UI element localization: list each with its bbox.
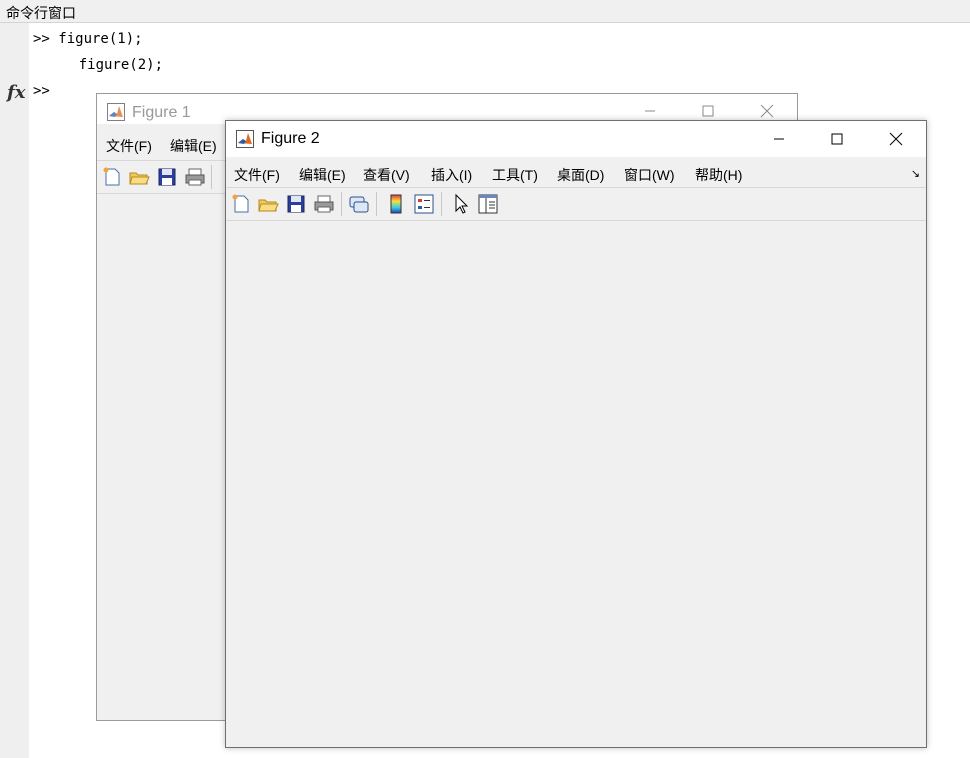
open-folder-icon[interactable] bbox=[128, 166, 150, 188]
colorbar-icon[interactable] bbox=[385, 193, 407, 215]
print-icon[interactable] bbox=[184, 166, 206, 188]
close-icon bbox=[889, 132, 903, 146]
open-folder-icon[interactable] bbox=[257, 193, 279, 215]
minimize-button[interactable] bbox=[756, 124, 802, 154]
new-file-icon[interactable] bbox=[230, 193, 252, 215]
minimize-icon bbox=[645, 110, 655, 112]
menu-desktop[interactable]: 桌面(D) bbox=[557, 165, 604, 185]
matlab-logo-icon bbox=[107, 103, 125, 121]
menu-insert[interactable]: 插入(I) bbox=[431, 165, 472, 185]
save-icon[interactable] bbox=[285, 193, 307, 215]
command-window-title: 命令行窗口 bbox=[6, 6, 76, 22]
save-icon[interactable] bbox=[156, 166, 178, 188]
maximize-icon bbox=[831, 133, 843, 145]
command-window-gutter bbox=[0, 23, 29, 758]
figure-1-title: Figure 1 bbox=[132, 104, 191, 121]
command-line-2: figure(2); bbox=[45, 57, 164, 73]
link-icon[interactable] bbox=[348, 193, 370, 215]
figure-2-titlebar[interactable]: Figure 2 bbox=[226, 121, 926, 157]
toolbar-separator bbox=[341, 192, 342, 216]
toolbar-separator bbox=[211, 165, 212, 189]
print-icon[interactable] bbox=[313, 193, 335, 215]
menu-window[interactable]: 窗口(W) bbox=[624, 165, 675, 185]
toolbar-separator bbox=[376, 192, 377, 216]
menu-help[interactable]: 帮助(H) bbox=[695, 165, 742, 185]
menu-tools[interactable]: 工具(T) bbox=[492, 165, 538, 185]
figure-2-title: Figure 2 bbox=[261, 130, 320, 147]
matlab-logo-icon bbox=[236, 130, 254, 148]
toolbar-separator bbox=[441, 192, 442, 216]
menu-file[interactable]: 文件(F) bbox=[106, 136, 152, 156]
command-window-header: 命令行窗口 bbox=[0, 0, 970, 23]
pointer-icon[interactable] bbox=[450, 193, 472, 215]
menu-view[interactable]: 查看(V) bbox=[363, 165, 410, 185]
figure-2-window[interactable]: Figure 2 文件(F) 编辑(E) 查看(V) 插入(I) 工具(T) 桌… bbox=[225, 120, 927, 748]
close-icon bbox=[760, 104, 774, 118]
menu-file[interactable]: 文件(F) bbox=[234, 165, 280, 185]
fx-function-browser-icon[interactable]: fx bbox=[7, 82, 25, 103]
close-button[interactable] bbox=[873, 124, 919, 154]
legend-icon[interactable] bbox=[413, 193, 435, 215]
maximize-icon bbox=[702, 105, 714, 117]
figure-2-menubar: 文件(F) 编辑(E) 查看(V) 插入(I) 工具(T) 桌面(D) 窗口(W… bbox=[226, 159, 926, 187]
new-file-icon[interactable] bbox=[101, 166, 123, 188]
command-prompt[interactable]: >> bbox=[33, 83, 50, 99]
maximize-button[interactable] bbox=[814, 124, 860, 154]
menu-edit[interactable]: 编辑(E) bbox=[299, 165, 346, 185]
minimize-icon bbox=[774, 138, 784, 140]
figure-2-canvas[interactable] bbox=[226, 221, 926, 747]
command-line-1: >> figure(1); bbox=[33, 31, 143, 47]
menu-edit[interactable]: 编辑(E) bbox=[170, 136, 217, 156]
figure-2-toolbar bbox=[226, 187, 926, 221]
property-inspector-icon[interactable] bbox=[477, 193, 499, 215]
dock-arrow-icon[interactable]: ↘ bbox=[911, 167, 920, 180]
